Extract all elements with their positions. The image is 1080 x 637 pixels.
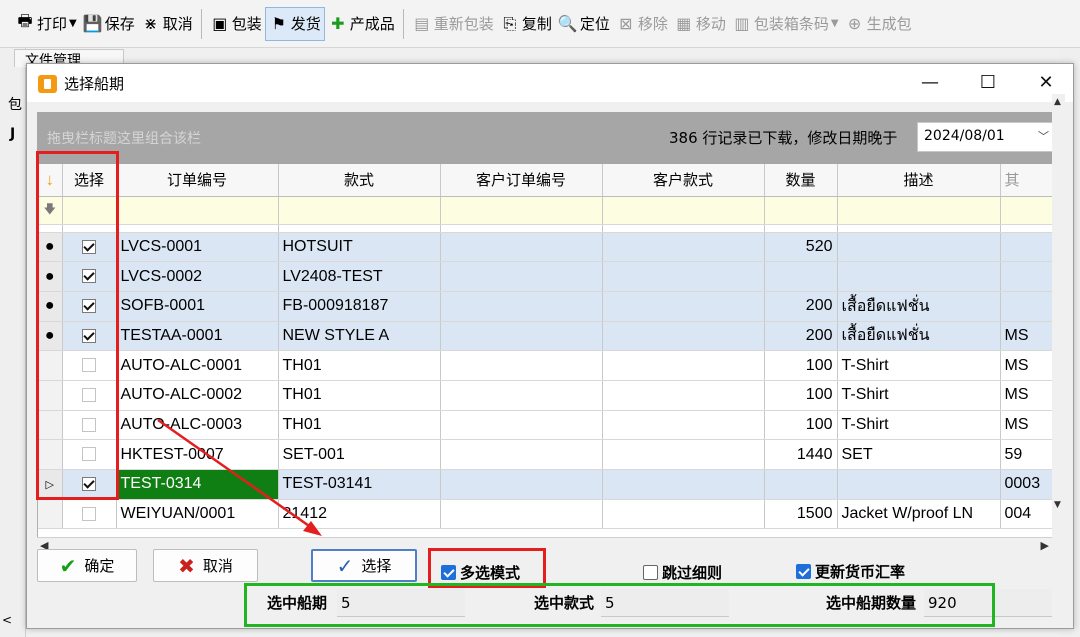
- annotation-arrow: [157, 418, 322, 536]
